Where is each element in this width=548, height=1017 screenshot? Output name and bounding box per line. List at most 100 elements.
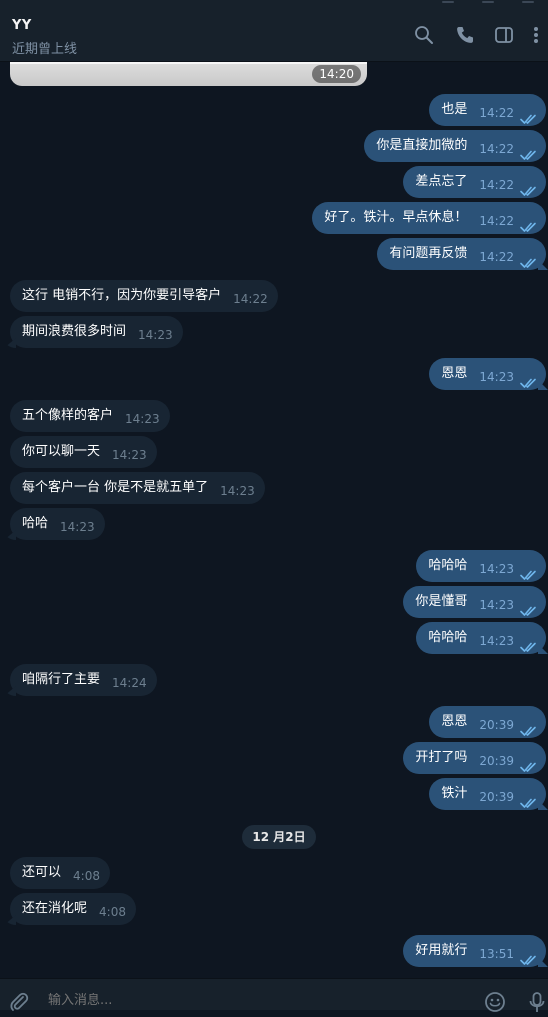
message-time: 20:39 (479, 790, 514, 804)
incoming-message: 你可以聊一天 14:23 (0, 436, 548, 468)
date-separator: 12 月2日 (242, 825, 316, 849)
read-receipt-icon (520, 634, 538, 652)
message-bubble[interactable]: 还在消化呢 4:08 (10, 893, 136, 925)
message-text: 咱隔行了主要 (22, 672, 101, 687)
message-text: 期间浪费很多时间 (22, 324, 127, 339)
outgoing-message: 恩恩 14:23 (0, 358, 548, 390)
read-receipt-icon (520, 250, 538, 268)
message-time: 14:20 (312, 65, 361, 83)
message-bubble[interactable]: 恩恩 14:23 (429, 358, 546, 390)
message-time: 14:22 (479, 142, 514, 156)
message-bubble[interactable]: 每个客户一台 你是不是就五单了 14:23 (10, 472, 265, 504)
incoming-message: 每个客户一台 你是不是就五单了 14:23 (0, 472, 548, 504)
message-time: 14:22 (479, 214, 514, 228)
message-text: 有问题再反馈 (389, 246, 468, 261)
message-text: 还在消化呢 (22, 901, 88, 916)
read-receipt-icon (520, 562, 538, 580)
message-time: 20:39 (479, 754, 514, 768)
message-text: 哈哈 (22, 516, 49, 531)
window-controls (428, 0, 548, 6)
incoming-message: 咱隔行了主要 14:24 (0, 664, 548, 696)
incoming-message: 还可以 4:08 (0, 857, 548, 889)
message-bubble[interactable]: 开打了吗 20:39 (403, 742, 546, 774)
message-bubble[interactable]: 你是直接加微的 14:22 (364, 130, 546, 162)
message-bubble[interactable]: 哈哈哈 14:23 (416, 622, 546, 654)
read-receipt-icon (520, 754, 538, 772)
incoming-message: 还在消化呢 4:08 (0, 893, 548, 925)
incoming-message: 五个像样的客户 14:23 (0, 400, 548, 432)
message-bubble[interactable]: 期间浪费很多时间 14:23 (10, 316, 183, 348)
image-message[interactable]: 14:20 (10, 62, 367, 86)
message-text: 这行 电销不行，因为你要引导客户 (22, 288, 222, 303)
message-time: 13:51 (479, 947, 514, 961)
outgoing-message: 哈哈哈 14:23 (0, 622, 548, 654)
message-list[interactable]: 14:20 也是 14:22 你是直接加微的 14:22 差点忘了 14:22 好了。铁汁。… (0, 62, 548, 978)
message-text: 五个像样的客户 (22, 408, 114, 423)
message-bubble[interactable]: 差点忘了 14:22 (403, 166, 546, 198)
more-vertical-icon[interactable] (530, 25, 542, 45)
message-time: 14:22 (233, 292, 268, 306)
message-text: 也是 (441, 102, 468, 117)
message-time: 14:24 (112, 676, 147, 690)
message-bubble[interactable]: 你可以聊一天 14:23 (10, 436, 157, 468)
message-bubble[interactable]: 五个像样的客户 14:23 (10, 400, 170, 432)
read-receipt-icon (520, 214, 538, 232)
message-bubble[interactable]: 有问题再反馈 14:22 (377, 238, 546, 270)
outgoing-message: 铁汁 20:39 (0, 778, 548, 810)
search-icon[interactable] (414, 25, 434, 45)
message-time: 14:23 (479, 598, 514, 612)
chat-title[interactable]: YY (12, 18, 32, 33)
message-bubble[interactable]: 哈哈 14:23 (10, 508, 105, 540)
message-bubble[interactable]: 这行 电销不行，因为你要引导客户 14:22 (10, 280, 278, 312)
message-bubble[interactable]: 还可以 4:08 (10, 857, 110, 889)
message-input[interactable] (48, 993, 448, 1008)
message-text: 铁汁 (441, 786, 468, 801)
message-time: 14:23 (138, 328, 173, 342)
outgoing-message: 有问题再反馈 14:22 (0, 238, 548, 270)
incoming-message: 这行 电销不行，因为你要引导客户 14:22 (0, 280, 548, 312)
message-text: 差点忘了 (415, 174, 468, 189)
message-composer (0, 978, 548, 1012)
outgoing-message: 你是懂哥 14:23 (0, 586, 548, 618)
phone-icon[interactable] (455, 25, 475, 45)
message-time: 14:23 (112, 448, 147, 462)
read-receipt-icon (520, 718, 538, 736)
incoming-message: 哈哈 14:23 (0, 508, 548, 540)
message-time: 4:08 (73, 869, 100, 883)
message-time: 14:23 (479, 562, 514, 576)
read-receipt-icon (520, 598, 538, 616)
message-time: 4:08 (99, 905, 126, 919)
message-bubble[interactable]: 恩恩 20:39 (429, 706, 546, 738)
message-time: 20:39 (479, 718, 514, 732)
message-time: 14:23 (479, 634, 514, 648)
read-receipt-icon (520, 370, 538, 388)
message-text: 哈哈哈 (428, 558, 468, 573)
message-bubble[interactable]: 哈哈哈 14:23 (416, 550, 546, 582)
message-time: 14:22 (479, 250, 514, 264)
message-bubble[interactable]: 铁汁 20:39 (429, 778, 546, 810)
message-bubble[interactable]: 好了。铁汁。早点休息！ 14:22 (312, 202, 546, 234)
message-bubble[interactable]: 你是懂哥 14:23 (403, 586, 546, 618)
message-text: 还可以 (22, 865, 62, 880)
incoming-message: 期间浪费很多时间 14:23 (0, 316, 548, 348)
read-receipt-icon (520, 178, 538, 196)
message-text: 好用就行 (415, 943, 468, 958)
read-receipt-icon (520, 790, 538, 808)
read-receipt-icon (520, 142, 538, 160)
message-text: 恩恩 (441, 366, 468, 381)
message-bubble[interactable]: 咱隔行了主要 14:24 (10, 664, 157, 696)
sidebar-toggle-icon[interactable] (494, 25, 514, 45)
message-text: 你是直接加微的 (376, 138, 468, 153)
message-bubble[interactable]: 好用就行 13:51 (403, 935, 546, 967)
message-bubble[interactable]: 也是 14:22 (429, 94, 546, 126)
message-time: 14:23 (125, 412, 160, 426)
message-text: 每个客户一台 你是不是就五单了 (22, 480, 209, 495)
message-time: 14:22 (479, 178, 514, 192)
outgoing-message: 你是直接加微的 14:22 (0, 130, 548, 162)
message-time: 14:23 (479, 370, 514, 384)
message-time: 14:23 (220, 484, 255, 498)
outgoing-message: 哈哈哈 14:23 (0, 550, 548, 582)
outgoing-message: 也是 14:22 (0, 94, 548, 126)
message-text: 开打了吗 (415, 750, 468, 765)
outgoing-message: 开打了吗 20:39 (0, 742, 548, 774)
